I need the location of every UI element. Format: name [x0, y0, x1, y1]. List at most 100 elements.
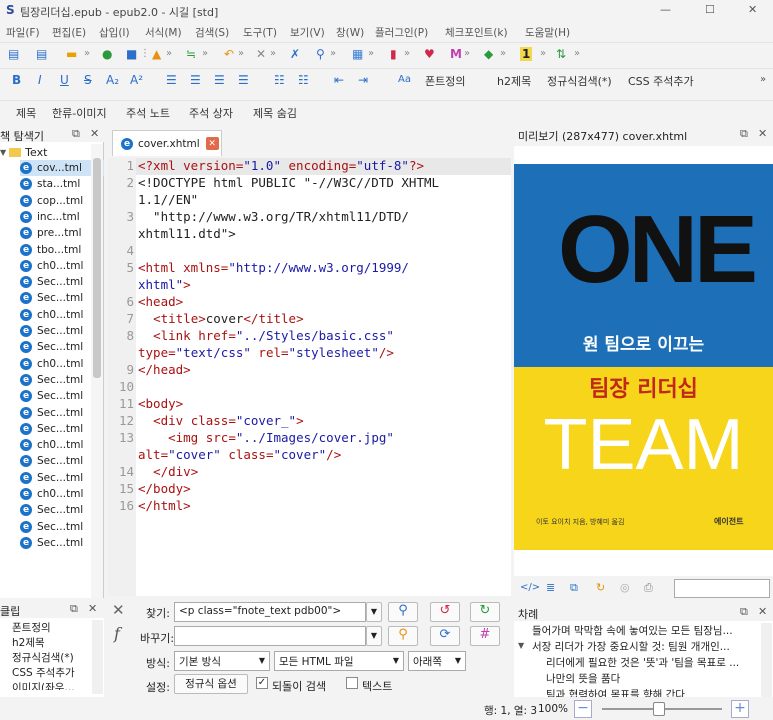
replace-button[interactable]: ⚲	[388, 626, 418, 646]
toc-item[interactable]: 팀과 협력하여 목표를 향해 간다	[546, 687, 685, 697]
clip-item[interactable]: CSS 주석추가	[12, 665, 75, 680]
close-panel-icon[interactable]: ✕	[90, 127, 99, 140]
clip-item[interactable]: 이미지(좌우...	[12, 680, 74, 690]
clean-icon[interactable]: ✗	[290, 47, 300, 61]
menu-view[interactable]: 보기(V)	[290, 25, 325, 40]
add-circle-icon[interactable]: ●	[102, 47, 112, 61]
regex-search-button[interactable]: 정규식검색(*)	[547, 73, 612, 89]
bullet-list-icon[interactable]: ☷	[274, 73, 285, 87]
menu-edit[interactable]: 편집(E)	[52, 25, 86, 40]
maximize-button[interactable]: ☐	[705, 3, 715, 16]
menu-help[interactable]: 도움말(H)	[525, 25, 570, 40]
undo-icon[interactable]: ↶	[224, 47, 234, 61]
inspect-icon[interactable]: ≣	[546, 581, 555, 594]
close-tab-icon[interactable]: ✕	[205, 137, 219, 150]
toc-item[interactable]: 리더에게 필요한 것은 '뜻'과 '팀을 목표로 ...	[546, 655, 758, 670]
format-icon[interactable]: ≒	[186, 47, 196, 61]
indent-icon[interactable]: ⇥	[358, 73, 368, 87]
tree-scrollbar[interactable]	[91, 144, 103, 598]
close-find-icon[interactable]: ✕	[112, 601, 125, 619]
bold-icon[interactable]: B	[12, 73, 21, 87]
sort-icon[interactable]: ⇅	[556, 47, 566, 61]
wrap-checkbox[interactable]: ✓	[256, 677, 268, 689]
fontdef-button[interactable]: 폰트정의	[425, 73, 465, 89]
italic-icon[interactable]: I	[38, 73, 42, 87]
css-comment-button[interactable]: CSS 주석추가	[628, 73, 694, 89]
code-view-icon[interactable]: </>	[520, 582, 540, 593]
metadata-icon[interactable]: M	[450, 47, 462, 61]
cut-icon[interactable]: ✕	[256, 47, 266, 61]
outdent-icon[interactable]: ⇤	[334, 73, 344, 87]
toc-item[interactable]: 서장 리더가 가장 중요시할 것: 팀원 개개인...	[532, 639, 758, 654]
heart-icon[interactable]: ♥	[424, 47, 435, 61]
h2-button[interactable]: h2제목	[497, 73, 531, 89]
align-center-icon[interactable]: ☰	[190, 73, 201, 87]
clips-scrollbar[interactable]	[92, 620, 103, 694]
clips-undock-icon[interactable]: ⧉	[70, 602, 78, 616]
clip-note-button[interactable]: 주석 노트	[126, 105, 170, 121]
open-folder-icon[interactable]: ▬	[66, 47, 77, 61]
justify-icon[interactable]: ☰	[238, 73, 249, 87]
count-button[interactable]: ↻	[470, 602, 500, 622]
underline-icon[interactable]: U	[60, 73, 69, 87]
align-right-icon[interactable]: ☰	[214, 73, 225, 87]
arrow-up-icon[interactable]: ▲	[152, 47, 161, 61]
mode-select[interactable]: 기본 방식 ▼	[174, 651, 270, 671]
undock-icon[interactable]: ⧉	[72, 127, 80, 141]
menu-file[interactable]: 파일(F)	[6, 25, 40, 40]
regex-button[interactable]: #	[470, 626, 500, 646]
minimize-button[interactable]: —	[660, 3, 671, 16]
menu-checkpoints[interactable]: 체크포인트(k)	[445, 25, 508, 40]
copy-icon[interactable]: ⧉	[570, 581, 578, 595]
refresh-icon[interactable]: ↻	[596, 581, 605, 594]
target-select[interactable]: 모든 HTML 파일 ▼	[274, 651, 404, 671]
add-file-icon[interactable]: ▤	[8, 47, 19, 61]
zoom-reset-icon[interactable]: ◎	[620, 581, 630, 594]
bookmark-icon[interactable]: ▮	[390, 47, 397, 61]
find-button[interactable]: ⚲	[388, 602, 418, 622]
preview-undock-icon[interactable]: ⧉	[740, 127, 748, 141]
zoom-in-button[interactable]: +	[731, 700, 749, 718]
find-previous-button[interactable]: ↺	[430, 602, 460, 622]
replace-history-dropdown[interactable]: ▼	[366, 626, 382, 646]
toc-undock-icon[interactable]: ⧉	[740, 605, 748, 619]
preview-close-icon[interactable]: ✕	[758, 127, 767, 140]
find-icon[interactable]: ⚲	[316, 47, 325, 61]
tab-cover[interactable]: e cover.xhtml ✕	[112, 130, 222, 156]
align-left-icon[interactable]: ☰	[166, 73, 177, 87]
menu-search[interactable]: 검색(S)	[195, 25, 229, 40]
validate-icon[interactable]: ◆	[484, 47, 493, 61]
blue-square-icon[interactable]: ■	[126, 47, 137, 61]
clip-item[interactable]: 정규식검색(*)	[12, 650, 74, 665]
menu-plugins[interactable]: 플러그인(P)	[375, 25, 428, 40]
clip-title-button[interactable]: 제목	[16, 105, 36, 121]
preview-search-input[interactable]	[674, 579, 770, 598]
replace-input[interactable]	[174, 626, 366, 646]
menu-tools[interactable]: 도구(T)	[243, 25, 277, 40]
menu-insert[interactable]: 삽입(I)	[99, 25, 130, 40]
toc-item[interactable]: 나만의 뜻을 품다	[546, 671, 620, 686]
add-existing-icon[interactable]: ▤	[36, 47, 47, 61]
number-list-icon[interactable]: ☷	[298, 73, 309, 87]
superscript-icon[interactable]: A²	[130, 73, 143, 87]
toc-scrollbar[interactable]	[761, 623, 772, 697]
toc-close-icon[interactable]: ✕	[758, 605, 767, 618]
clip-item[interactable]: h2제목	[12, 635, 45, 650]
clip-item[interactable]: 폰트정의	[12, 620, 51, 635]
direction-select[interactable]: 아래쪽 ▼	[408, 651, 466, 671]
zoom-out-button[interactable]: −	[574, 700, 592, 718]
toc-number-icon[interactable]: 1	[520, 47, 533, 61]
clips-close-icon[interactable]: ✕	[88, 602, 97, 615]
find-input[interactable]: <p class="fnote_text pdb00">	[174, 602, 366, 622]
clip-hide-title-button[interactable]: 제목 숨김	[253, 105, 297, 121]
case-icon[interactable]: Aa	[398, 73, 411, 87]
menu-format[interactable]: 서식(M)	[145, 25, 182, 40]
split-icon[interactable]: ▦	[352, 47, 363, 61]
text-checkbox[interactable]	[346, 677, 358, 689]
clip-image-button[interactable]: 한류-이미지	[52, 105, 107, 121]
toc-expand-icon[interactable]: ▼	[518, 641, 524, 650]
preview-view[interactable]: ONE 원 팀으로 이끄는 팀장 리더십 TEAM 이토 요이치 지음, 방혜미…	[514, 146, 773, 576]
toolbar-overflow-icon[interactable]: »	[760, 73, 766, 87]
toc-item[interactable]: 들어가며 막막함 속에 놓여있는 모든 팀장님...	[532, 623, 758, 638]
replace-all-button[interactable]: ⟳	[430, 626, 460, 646]
